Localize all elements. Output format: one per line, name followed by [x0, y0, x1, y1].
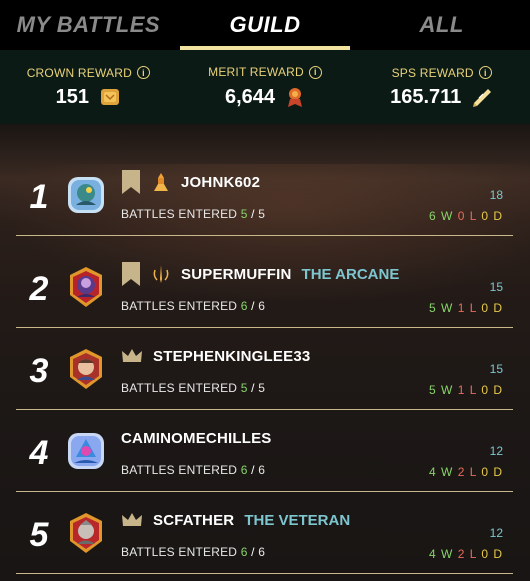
avatar: [70, 513, 102, 553]
player-name[interactable]: CAMINOMECHILLES: [121, 430, 272, 447]
tab-bar: MY BATTLES GUILD ALL: [0, 0, 530, 50]
battles-entered: BATTLES ENTERED 6 / 6: [121, 463, 266, 477]
rank: 3: [29, 352, 49, 390]
list-item[interactable]: 5 SCFATHER THE VETERAN BATTLES ENTERED 6…: [16, 492, 513, 574]
win-loss-record: 4 W 2 L 0 D: [429, 465, 503, 479]
list-item[interactable]: 1 JOHNK602 BATTLES ENTERED 5 / 5 18 6 W …: [16, 154, 513, 236]
crown-reward-label: CROWN REWARD: [26, 65, 132, 80]
leaderboard-list: 1 JOHNK602 BATTLES ENTERED 5 / 5 18 6 W …: [0, 124, 530, 581]
list-item[interactable]: 3 STEPHENKINGLEE33 BATTLES ENTERED 5 / 5…: [16, 328, 513, 410]
bookmark-icon: [122, 262, 140, 286]
sps-reward-icon: [473, 89, 492, 107]
arcane-icon: [153, 265, 169, 283]
avatar: [70, 267, 102, 307]
merit-reward-icon: [288, 88, 303, 107]
crown-reward-value: 151: [55, 85, 90, 108]
tab-my-battles[interactable]: MY BATTLES: [0, 0, 177, 50]
battles-entered: BATTLES ENTERED 5 / 5: [121, 381, 266, 395]
score: 18: [489, 188, 503, 202]
list-item[interactable]: 4 CAMINOMECHILLES BATTLES ENTERED 6 / 6 …: [16, 410, 513, 492]
sps-reward-label: SPS REWARD: [391, 65, 474, 80]
tab-all[interactable]: ALL: [353, 0, 530, 50]
battles-entered: BATTLES ENTERED 6 / 6: [121, 299, 266, 313]
win-loss-record: 5 W 1 L 0 D: [429, 383, 503, 397]
avatar: [68, 177, 104, 213]
crown-reward: CROWN REWARD i 151: [0, 50, 177, 124]
win-loss-record: 5 W 1 L 0 D: [429, 301, 503, 315]
player-name[interactable]: SUPERMUFFIN: [181, 266, 292, 283]
info-icon[interactable]: i: [478, 66, 492, 79]
avatar: [70, 349, 102, 389]
player-name[interactable]: SCFATHER: [153, 512, 234, 529]
info-icon[interactable]: i: [308, 65, 322, 79]
rank: 5: [29, 516, 49, 554]
battles-entered: BATTLES ENTERED 6 / 6: [121, 545, 266, 559]
tab-guild[interactable]: GUILD: [177, 0, 354, 50]
rank: 4: [29, 434, 49, 472]
sps-reward-value: 165.711: [390, 85, 462, 108]
score: 12: [489, 526, 503, 540]
tower-icon: [154, 173, 168, 191]
crown-icon: [122, 349, 142, 362]
rank: 1: [29, 178, 49, 216]
score: 15: [489, 280, 503, 294]
win-loss-record: 6 W 0 L 0 D: [429, 209, 503, 223]
crown-icon: [122, 513, 142, 526]
score: 12: [489, 444, 503, 458]
merit-reward-label: MERIT REWARD: [208, 65, 304, 79]
avatar: [68, 433, 104, 469]
player-name[interactable]: STEPHENKINGLEE33: [153, 348, 310, 365]
list-item[interactable]: 2 SUPERMUFFIN THE ARCANE BATTLES ENTERED…: [16, 246, 513, 328]
crown-reward-icon: [101, 89, 120, 105]
battles-entered: BATTLES ENTERED 5 / 5: [121, 207, 266, 221]
player-title: THE ARCANE: [301, 265, 400, 283]
info-icon[interactable]: i: [136, 66, 150, 79]
player-name[interactable]: JOHNK602: [181, 174, 260, 191]
bookmark-icon: [122, 170, 140, 194]
player-title: THE VETERAN: [244, 511, 351, 529]
rewards-bar: CROWN REWARD i 151 MERIT REWARD i 6,644: [0, 50, 530, 124]
sps-reward: SPS REWARD i 165.711: [353, 50, 530, 124]
rank: 2: [29, 270, 49, 308]
merit-reward: MERIT REWARD i 6,644: [177, 50, 354, 124]
win-loss-record: 4 W 2 L 0 D: [429, 547, 503, 561]
score: 15: [489, 362, 503, 376]
merit-reward-value: 6,644: [224, 85, 276, 108]
